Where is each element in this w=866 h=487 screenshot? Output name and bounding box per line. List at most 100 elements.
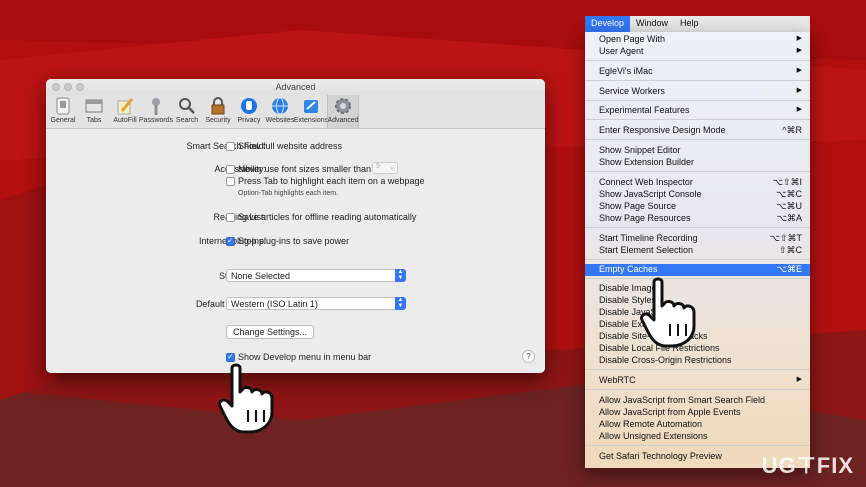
smart-search-checkbox[interactable] [226,142,235,151]
menu-item-page-resources[interactable]: Show Page Resources ⌥⌘A [585,213,810,225]
menu-item-label: Show JavaScript Console [599,189,702,199]
preferences-window: Advanced General Tabs AutoFill Passwords… [46,79,545,373]
menu-item-label: Allow JavaScript from Smart Search Field [599,395,766,405]
tab-websites[interactable]: Websites [265,95,295,128]
menu-item-label: Open Page With [599,34,666,44]
menu-item-label: Show Page Source [599,201,677,211]
help-button[interactable]: ? [522,350,535,363]
menu-item-empty-caches[interactable]: Empty Caches ⌥⌘E [585,264,810,276]
title-bar: Advanced [46,79,545,95]
watermark-logo: UG⊤FIX [761,453,854,478]
min-font-size-value: 9 [376,163,380,170]
menu-item-label: Experimental Features [599,105,690,115]
menu-item-snippet-editor[interactable]: Show Snippet Editor [585,145,810,157]
menu-item-label: Allow JavaScript from Apple Events [599,407,741,417]
menu-separator [585,60,810,61]
tab-search[interactable]: Search [172,95,202,128]
min-font-size-option: Never use font sizes smaller than [238,164,372,174]
menu-separator [585,80,810,81]
menu-item-label: Service Workers [599,86,665,96]
tab-tabs[interactable]: Tabs [79,95,109,128]
menu-item-label: Get Safari Technology Preview [599,451,722,461]
submenu-arrow-icon: ▶ [796,106,802,113]
pointing-hand-icon [640,277,696,348]
default-encoding-select[interactable]: Western (ISO Latin 1) ▲ ▼ [226,297,406,310]
menu-item-open-page-with[interactable]: Open Page With ▶ [585,34,810,46]
tab-extensions[interactable]: Extensions [294,95,328,128]
menu-separator [585,100,810,101]
pencil-icon [115,96,135,116]
min-font-size-checkbox[interactable] [226,165,235,174]
menu-item-service-workers[interactable]: Service Workers ▶ [585,86,810,98]
style-sheet-select[interactable]: None Selected ▲ ▼ [226,269,406,282]
tab-autofill[interactable]: AutoFill [110,95,140,128]
submenu-arrow-icon: ▶ [796,35,802,42]
shortcut: ⇧⌘C [778,245,802,255]
shortcut: ⌥⇧⌘I [772,177,802,187]
menu-item-label: Enter Responsive Design Mode [599,125,726,135]
reading-list-checkbox[interactable] [226,213,235,222]
tab-highlight-checkbox[interactable] [226,177,235,186]
menu-help[interactable]: Help [674,16,705,32]
globe-icon [270,96,290,116]
tab-label: Passwords [138,117,174,124]
magnifier-icon [177,96,197,116]
stepper-arrows-icon: ▲ ▼ [395,269,406,282]
tab-privacy[interactable]: Privacy [234,95,264,128]
gear-icon [333,96,353,116]
change-settings-button[interactable]: Change Settings... [226,325,315,339]
menu-item-label: Allow Remote Automation [599,419,703,429]
pointing-hand-icon [218,363,274,434]
menu-item-label: Empty Caches [599,264,658,274]
hand-icon [239,96,259,116]
menu-develop[interactable]: Develop [585,16,631,32]
lock-icon [208,96,228,116]
menu-item-js-console[interactable]: Show JavaScript Console ⌥⌘C [585,189,810,201]
menu-item-experimental-features[interactable]: Experimental Features ▶ [585,105,810,117]
menu-item-responsive-design[interactable]: Enter Responsive Design Mode ^⌘R [585,125,810,137]
menu-item-allow-remote-automation[interactable]: Allow Remote Automation [585,419,810,431]
menu-item-timeline-recording[interactable]: Start Timeline Recording ⌥⇧⌘T [585,233,810,245]
menu-item-webrtc[interactable]: WebRTC ▶ [585,375,810,387]
menu-item-allow-js-smart-search[interactable]: Allow JavaScript from Smart Search Field [585,395,810,407]
show-develop-menu-checkbox[interactable] [226,352,235,362]
menu-item-web-inspector[interactable]: Connect Web Inspector ⌥⇧⌘I [585,177,810,189]
menu-separator [585,369,810,370]
menu-separator [585,259,810,260]
menu-item-label: WebRTC [599,375,636,385]
menu-item-page-source[interactable]: Show Page Source ⌥⌘U [585,201,810,213]
tab-label: Websites [265,117,295,124]
menu-item-user-agent[interactable]: User Agent ▶ [585,46,810,58]
shortcut: ⌥⌘E [776,264,802,274]
menu-item-disable-cross-origin[interactable]: Disable Cross-Origin Restrictions [585,355,810,367]
menu-separator [585,227,810,228]
stepper-arrows-icon: ▲ ▼ [395,297,406,310]
tab-security[interactable]: Security [203,95,233,128]
menu-window[interactable]: Window [630,16,674,32]
menu-item-allow-unsigned-extensions[interactable]: Allow Unsigned Extensions [585,431,810,443]
menu-item-element-selection[interactable]: Start Element Selection ⇧⌘C [585,245,810,257]
tab-advanced[interactable]: Advanced [327,95,359,128]
tab-label: AutoFill [113,117,137,124]
menu-separator [585,171,810,172]
window-title: Advanced [275,82,316,92]
min-font-size-select[interactable]: 9 ⌄ [372,162,398,174]
menu-item-label: Start Element Selection [599,245,694,255]
shortcut: ⌥⇧⌘T [769,233,802,243]
tab-label: Search [175,117,199,124]
menu-item-label: Show Extension Builder [599,157,695,167]
preferences-toolbar: General Tabs AutoFill Passwords Search S… [46,95,545,129]
tab-highlight-option: Press Tab to highlight each item on a we… [238,176,425,186]
menu-item-allow-js-apple-events[interactable]: Allow JavaScript from Apple Events [585,407,810,419]
submenu-arrow-icon: ▶ [796,47,802,54]
menu-separator [585,119,810,120]
menu-item-extension-builder[interactable]: Show Extension Builder [585,157,810,169]
default-encoding-value: Western (ISO Latin 1) [231,299,318,309]
tab-general[interactable]: General [48,95,78,128]
tab-passwords[interactable]: Passwords [138,95,174,128]
menu-item-label: Allow Unsigned Extensions [599,431,708,441]
reading-list-option: Save articles for offline reading automa… [238,212,417,222]
stop-plugins-checkbox[interactable] [226,236,235,246]
shortcut: ⌥⌘U [776,201,802,211]
menu-item-device[interactable]: EgleVi's iMac ▶ [585,66,810,78]
